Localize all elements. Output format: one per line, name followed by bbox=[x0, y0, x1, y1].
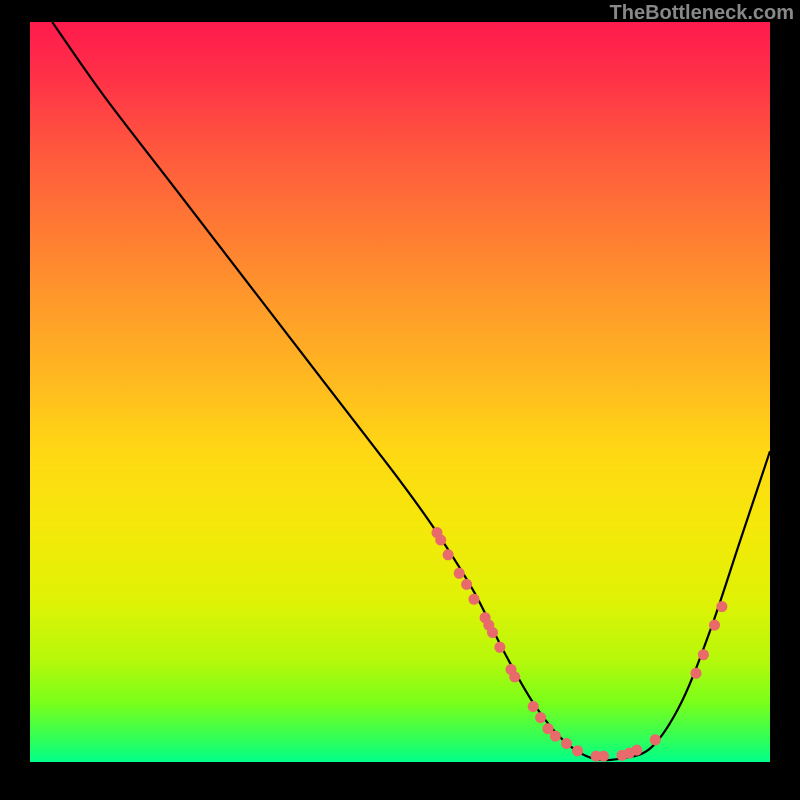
bottleneck-curve bbox=[52, 22, 770, 760]
data-marker bbox=[435, 535, 446, 546]
data-marker bbox=[443, 549, 454, 560]
chart-svg bbox=[30, 22, 770, 762]
data-marker bbox=[650, 734, 661, 745]
data-marker bbox=[716, 601, 727, 612]
data-marker bbox=[487, 627, 498, 638]
data-marker bbox=[598, 751, 609, 762]
data-marker bbox=[535, 712, 546, 723]
data-marker bbox=[572, 745, 583, 756]
data-marker bbox=[691, 668, 702, 679]
data-marker bbox=[709, 620, 720, 631]
data-marker bbox=[528, 701, 539, 712]
chart-gradient-background bbox=[30, 22, 770, 762]
data-marker bbox=[509, 671, 520, 682]
data-marker bbox=[461, 579, 472, 590]
data-marker bbox=[561, 738, 572, 749]
data-marker bbox=[494, 642, 505, 653]
data-marker bbox=[469, 594, 480, 605]
data-marker bbox=[454, 568, 465, 579]
curve-markers bbox=[432, 527, 728, 761]
data-marker bbox=[550, 731, 561, 742]
data-marker bbox=[631, 745, 642, 756]
watermark-text: TheBottleneck.com bbox=[610, 2, 794, 25]
data-marker bbox=[698, 649, 709, 660]
